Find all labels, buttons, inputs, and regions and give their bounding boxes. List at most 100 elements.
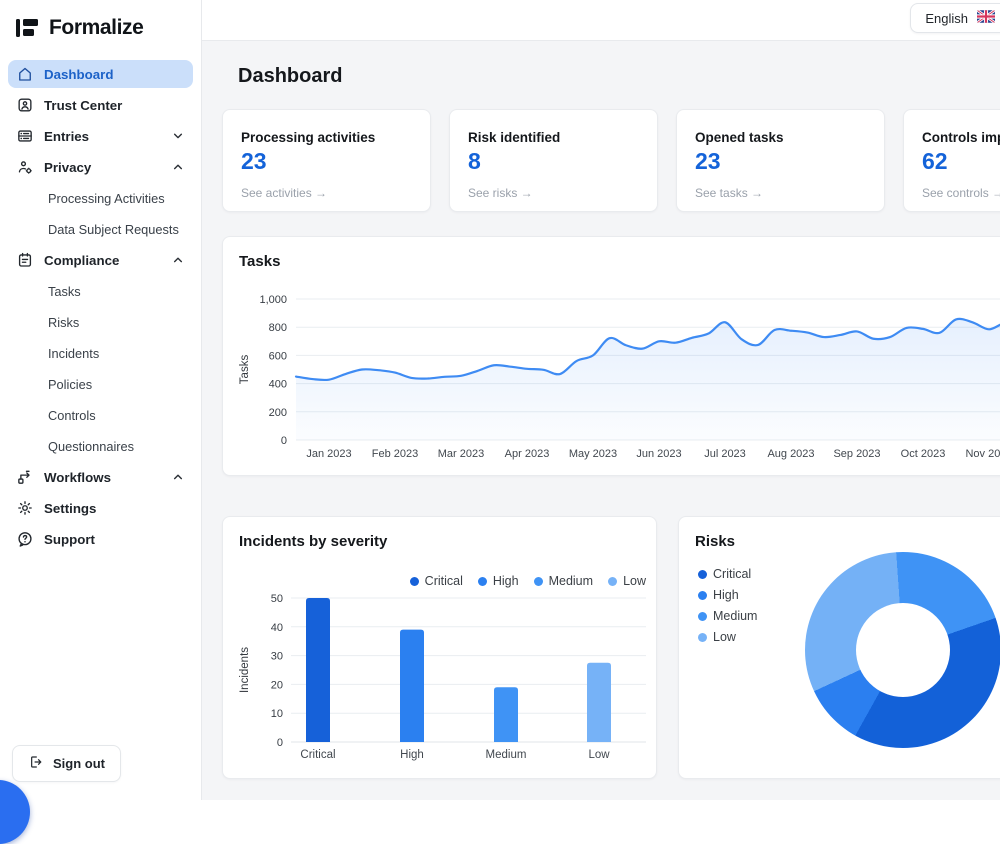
svg-text:Low: Low <box>588 749 610 761</box>
svg-text:Critical: Critical <box>300 749 335 761</box>
help-bubble-icon <box>16 530 34 548</box>
stat-link[interactable]: See risks → <box>468 186 639 200</box>
stats-row: Processing activities 23 See activities → R… <box>222 109 1000 212</box>
main-area: English Dashboard Processing activities 2… <box>202 0 1000 800</box>
incidents-bar-chart: 01020304050CriticalHighMediumLowIncident… <box>223 517 657 779</box>
stat-card-controls-implemented: Controls implemented62See controls → <box>903 109 1000 212</box>
brand-name: Formalize <box>49 16 143 40</box>
chevron-up-icon <box>171 253 185 267</box>
legend-item-critical[interactable]: Critical <box>698 567 757 581</box>
workflow-icon <box>16 468 34 486</box>
home-icon <box>16 65 34 83</box>
svg-text:40: 40 <box>271 622 283 634</box>
svg-text:Jan 2023: Jan 2023 <box>306 448 351 460</box>
svg-text:0: 0 <box>277 737 283 749</box>
dashboard-content: Dashboard Processing activities 23 See act… <box>202 41 1000 800</box>
svg-text:Oct 2023: Oct 2023 <box>901 448 946 460</box>
svg-text:Aug 2023: Aug 2023 <box>767 448 814 460</box>
language-selector[interactable]: English <box>910 3 1000 33</box>
risks-chart-title: Risks <box>695 533 735 550</box>
sidebar-item-label: Workflows <box>44 470 111 485</box>
svg-text:50: 50 <box>271 593 283 605</box>
svg-text:20: 20 <box>271 679 283 691</box>
sidebar-item-compliance[interactable]: Compliance <box>8 246 193 274</box>
tasks-line-chart: 02004006008001,000Jan 2023Feb 2023Mar 20… <box>223 237 1000 476</box>
svg-text:Sep 2023: Sep 2023 <box>833 448 880 460</box>
sidebar-item-label: Support <box>44 532 95 547</box>
sidebar-subitem-processing-activities[interactable]: Processing Activities <box>8 184 193 212</box>
svg-text:Tasks: Tasks <box>239 355 251 385</box>
stat-link[interactable]: See controls → <box>922 186 1000 200</box>
svg-text:200: 200 <box>269 407 287 419</box>
legend-dot <box>698 591 707 600</box>
svg-text:1,000: 1,000 <box>259 294 287 306</box>
sidebar: Formalize Dashboard Trust Center Entries Pr… <box>0 0 202 800</box>
sign-out-button[interactable]: Sign out <box>12 745 121 782</box>
stat-value: 23 <box>695 148 866 175</box>
topbar: English <box>202 0 1000 41</box>
svg-text:Jun 2023: Jun 2023 <box>636 448 681 460</box>
page-title: Dashboard <box>238 65 1000 88</box>
logout-icon <box>28 754 44 773</box>
risks-donut-chart <box>805 552 1000 748</box>
sidebar-item-label: Trust Center <box>44 98 122 113</box>
legend-item-medium[interactable]: Medium <box>698 609 757 623</box>
sidebar-item-entries[interactable]: Entries <box>8 122 193 150</box>
sidebar-item-label: Privacy <box>44 160 91 175</box>
legend-label: Critical <box>713 567 751 581</box>
sidebar-subitem-questionnaires[interactable]: Questionnaires <box>8 432 193 460</box>
brand-logo: Formalize <box>16 16 189 40</box>
svg-text:400: 400 <box>269 379 287 391</box>
sidebar-nav: Dashboard Trust Center Entries Privacy Proce… <box>8 60 193 556</box>
legend-dot <box>698 570 707 579</box>
sidebar-item-trust-center[interactable]: Trust Center <box>8 91 193 119</box>
sidebar-subitem-risks[interactable]: Risks <box>8 308 193 336</box>
svg-text:High: High <box>400 749 424 761</box>
sidebar-subitem-tasks[interactable]: Tasks <box>8 277 193 305</box>
sidebar-item-settings[interactable]: Settings <box>8 494 193 522</box>
svg-text:Nov 2023: Nov 2023 <box>965 448 1000 460</box>
svg-text:Feb 2023: Feb 2023 <box>372 448 418 460</box>
stat-title: Processing activities <box>241 130 412 145</box>
svg-text:Jul 2023: Jul 2023 <box>704 448 746 460</box>
user-gear-icon <box>16 158 34 176</box>
sidebar-subitem-data-subject-requests[interactable]: Data Subject Requests <box>8 215 193 243</box>
legend-item-low[interactable]: Low <box>698 630 757 644</box>
stat-title: Opened tasks <box>695 130 866 145</box>
sidebar-item-support[interactable]: Support <box>8 525 193 553</box>
svg-text:800: 800 <box>269 322 287 334</box>
sidebar-subitem-policies[interactable]: Policies <box>8 370 193 398</box>
stat-card-opened-tasks: Opened tasks 23 See tasks → <box>676 109 885 212</box>
svg-text:Incidents: Incidents <box>239 647 251 693</box>
legend-dot <box>698 633 707 642</box>
svg-text:10: 10 <box>271 708 283 720</box>
tasks-chart-card: Tasks 02004006008001,000Jan 2023Feb 2023… <box>222 236 1000 476</box>
rows-icon <box>16 127 34 145</box>
legend-item-high[interactable]: High <box>698 588 757 602</box>
stat-link[interactable]: See tasks → <box>695 186 866 200</box>
clipboard-icon <box>16 251 34 269</box>
gear-icon <box>16 499 34 517</box>
stat-title: Risk identified <box>468 130 639 145</box>
svg-text:600: 600 <box>269 350 287 362</box>
sidebar-item-privacy[interactable]: Privacy <box>8 153 193 181</box>
risks-legend: Critical High Medium Low <box>698 567 757 644</box>
svg-text:Medium: Medium <box>486 749 527 761</box>
sidebar-subitem-controls[interactable]: Controls <box>8 401 193 429</box>
sidebar-item-dashboard[interactable]: Dashboard <box>8 60 193 88</box>
legend-dot <box>698 612 707 621</box>
stat-link[interactable]: See activities → <box>241 186 412 200</box>
svg-text:May 2023: May 2023 <box>569 448 617 460</box>
uk-flag-icon <box>977 10 995 26</box>
sidebar-item-workflows[interactable]: Workflows <box>8 463 193 491</box>
sidebar-item-label: Settings <box>44 501 96 516</box>
chevron-down-icon <box>171 129 185 143</box>
chevron-up-icon <box>171 470 185 484</box>
sidebar-subitem-incidents[interactable]: Incidents <box>8 339 193 367</box>
stat-value: 23 <box>241 148 412 175</box>
stat-value: 62 <box>922 148 1000 175</box>
incidents-chart-card: Incidents by severity CriticalHighMedium… <box>222 516 657 779</box>
sidebar-item-label: Entries <box>44 129 89 144</box>
svg-text:Mar 2023: Mar 2023 <box>438 448 484 460</box>
svg-text:Apr 2023: Apr 2023 <box>505 448 550 460</box>
